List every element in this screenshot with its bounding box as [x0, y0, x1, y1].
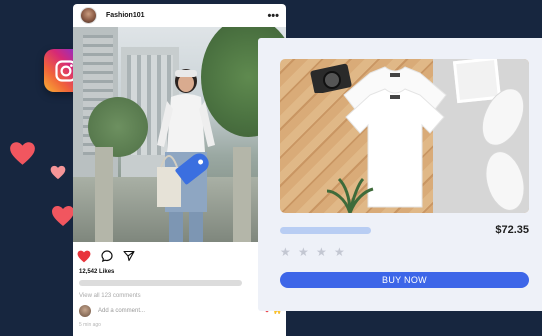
comment-row: Add a comment... ❤ 🙌: [73, 305, 286, 317]
star-icon[interactable]: ★: [298, 246, 309, 258]
send-icon[interactable]: [123, 250, 135, 262]
post-header: Fashion101 •••: [73, 4, 286, 27]
product-title-placeholder: [280, 227, 371, 234]
model-figure: [157, 69, 215, 242]
avatar[interactable]: [80, 7, 97, 24]
star-icon[interactable]: ★: [334, 246, 345, 258]
star-icon[interactable]: ★: [316, 246, 327, 258]
likes-count: 12,542 Likes: [79, 269, 115, 275]
instagram-post-card: Fashion101 ••• 12,542 Likes View all 123…: [73, 4, 286, 336]
caption-placeholder: [79, 280, 242, 286]
plant-prop: [326, 177, 374, 213]
comment-bubble-icon[interactable]: [101, 250, 113, 262]
product-price: $72.35: [495, 224, 529, 236]
view-comments-link[interactable]: View all 123 comments: [73, 293, 286, 299]
floating-heart-icon: [50, 165, 66, 180]
star-icon[interactable]: ★: [280, 246, 291, 258]
more-options-icon[interactable]: •••: [267, 10, 279, 21]
post-photo[interactable]: [73, 27, 286, 242]
sneakers-prop: [481, 89, 525, 211]
floating-heart-icon: [52, 206, 74, 226]
buy-now-button[interactable]: BUY NOW: [280, 272, 529, 288]
product-card: $72.35 ★ ★ ★ ★ BUY NOW: [258, 38, 542, 311]
post-actions: [73, 242, 286, 266]
floating-heart-icon: [10, 142, 35, 165]
post-time: 5 min ago: [79, 322, 101, 328]
add-comment-input[interactable]: Add a comment...: [98, 308, 145, 314]
product-image[interactable]: [280, 59, 529, 213]
post-username[interactable]: Fashion101: [106, 12, 145, 19]
commenter-avatar: [79, 305, 91, 317]
heart-icon[interactable]: [77, 250, 91, 263]
rating-stars[interactable]: ★ ★ ★ ★: [280, 246, 345, 258]
